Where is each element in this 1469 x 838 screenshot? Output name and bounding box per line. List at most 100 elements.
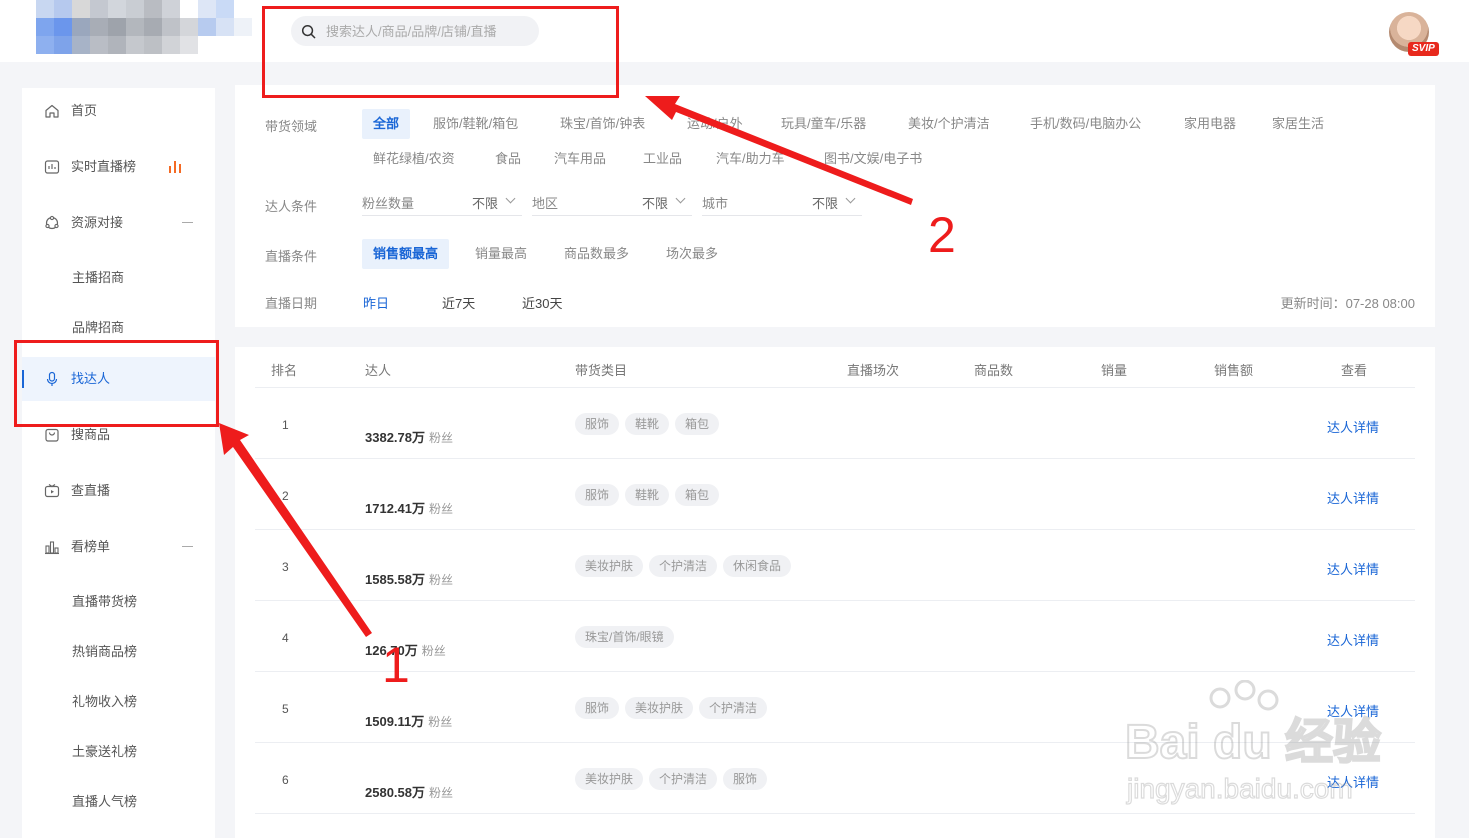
domain-chip[interactable]: 家用电器 [1184, 115, 1236, 133]
column-header-sales-volume[interactable]: 销量 [1101, 360, 1127, 379]
sidebar-item-find-talent[interactable]: 找达人 [22, 357, 215, 401]
sidebar-item-label: 品牌招商 [72, 320, 125, 335]
rank-cell: 2 [282, 489, 289, 503]
chevron-down-icon [505, 193, 516, 204]
fans-count: 1585.58万 粉丝 [365, 572, 454, 587]
talent-detail-link[interactable]: 达人详情 [1327, 417, 1379, 436]
sidebar-item-live-sales-rank[interactable]: 直播带货榜 [22, 580, 215, 624]
sort-chip[interactable]: 场次最多 [666, 245, 718, 263]
domain-chip[interactable]: 汽车/助力车 [716, 150, 785, 168]
microphone-icon [46, 371, 58, 386]
category-tag: 个护清洁 [649, 555, 718, 577]
dropdown-value: 不限 [641, 196, 668, 211]
sidebar-item-rankings[interactable]: 看榜单 [22, 525, 215, 569]
category-tag: 鞋靴 [625, 413, 670, 435]
domain-chip-all[interactable]: 全部 [362, 109, 411, 139]
live-chart-icon [44, 160, 60, 174]
chevron-down-icon [845, 193, 856, 204]
sidebar-item-label: 礼物收入榜 [72, 694, 138, 709]
domain-chip[interactable]: 珠宝/首饰/钟表 [560, 115, 645, 133]
collapse-icon[interactable] [182, 546, 193, 547]
sort-chip[interactable]: 销量最高 [475, 245, 527, 263]
column-header-category: 带货类目 [575, 363, 628, 378]
sidebar-item-label: 主播招商 [72, 270, 125, 285]
domain-chip[interactable]: 手机/数码/电脑办公 [1030, 115, 1141, 133]
region-dropdown[interactable]: 地区 不限 [532, 186, 692, 216]
sidebar-item-home[interactable]: 首页 [22, 89, 215, 133]
sidebar-item-tycoon-gift-rank[interactable]: 土豪送礼榜 [22, 730, 215, 774]
dropdown-label: 地区 [532, 196, 559, 211]
column-header-sales-amount[interactable]: 销售额 [1214, 360, 1253, 379]
sort-chip[interactable]: 商品数最多 [564, 245, 629, 263]
talent-detail-link[interactable]: 达人详情 [1327, 488, 1379, 507]
chevron-down-icon [675, 193, 686, 204]
city-dropdown[interactable]: 城市 不限 [702, 186, 862, 216]
watermark-url: jingyan.baidu.com [1126, 773, 1353, 804]
search-box[interactable] [291, 16, 539, 46]
dropdown-label: 城市 [702, 196, 729, 211]
category-tag: 箱包 [675, 484, 720, 506]
domain-chip[interactable]: 服饰/鞋靴/箱包 [433, 115, 518, 133]
domain-chip[interactable]: 汽车用品 [554, 150, 606, 168]
category-tag: 鞋靴 [625, 484, 670, 506]
category-tags: 珠宝/首饰/眼镜 [575, 626, 674, 648]
sort-chip-sales-amount[interactable]: 销售额最高 [362, 239, 450, 269]
search-icon [301, 24, 316, 38]
domain-chip[interactable]: 玩具/童车/乐器 [781, 115, 866, 133]
sidebar-item-anchor-recruit[interactable]: 主播招商 [22, 256, 215, 300]
sidebar-item-label: 找达人 [71, 371, 111, 386]
talent-detail-link[interactable]: 达人详情 [1327, 630, 1379, 649]
watermark-brand: Bai du 经验 [1125, 716, 1381, 769]
column-header-talent: 达人 [365, 363, 392, 378]
condition-filter-label: 达人条件 [265, 199, 318, 214]
dropdown-value: 不限 [471, 196, 498, 211]
sidebar-item-resource[interactable]: 资源对接 [22, 201, 215, 245]
sidebar-item-search-goods[interactable]: 搜商品 [22, 413, 215, 457]
date-option-7days[interactable]: 近7天 [442, 293, 475, 312]
sidebar-item-label: 查直播 [71, 483, 111, 498]
domain-chip[interactable]: 家居生活 [1272, 115, 1324, 133]
sidebar-item-brand-recruit[interactable]: 品牌招商 [22, 306, 215, 350]
domain-chip[interactable]: 美妆/个护清洁 [908, 115, 990, 133]
domain-chip[interactable]: 运动/户外 [687, 115, 743, 133]
baidu-jingyan-watermark: Bai du 经验 jingyan.baidu.com [1125, 680, 1382, 805]
top-header: SVIP [0, 0, 1469, 62]
fans-count-dropdown[interactable]: 粉丝数量 不限 [362, 186, 522, 216]
sidebar-item-label: 直播带货榜 [72, 594, 138, 609]
sidebar-item-label: 热销商品榜 [72, 644, 138, 659]
sidebar-item-gift-income-rank[interactable]: 礼物收入榜 [22, 680, 215, 724]
sidebar-item-label: 搜商品 [71, 427, 111, 442]
logo-pixelated[interactable] [36, 0, 252, 54]
date-option-30days[interactable]: 近30天 [522, 293, 562, 312]
sidebar-item-check-live[interactable]: 查直播 [22, 469, 215, 513]
home-icon [45, 104, 59, 118]
date-option-yesterday[interactable]: 昨日 [363, 293, 389, 312]
rank-cell: 6 [282, 773, 289, 787]
sidebar-nav: 首页 实时直播榜 资源对接 主播招商 品牌招商 找达人 搜商品 查直播 看榜单 … [22, 88, 215, 838]
domain-chip[interactable]: 鲜花绿植/农资 [373, 150, 455, 168]
domain-chip[interactable]: 食品 [495, 150, 521, 168]
column-header-rank: 排名 [271, 363, 298, 378]
domain-chip[interactable]: 图书/文娱/电子书 [824, 150, 922, 168]
update-time: 更新时间：07-28 08:00 [1280, 296, 1415, 311]
sidebar-item-popularity-rank[interactable]: 直播人气榜 [22, 780, 215, 824]
category-tags: 服饰 美妆护肤 个护清洁 [575, 697, 768, 719]
annotation-number-2: 2 [928, 207, 956, 263]
talent-detail-link[interactable]: 达人详情 [1327, 559, 1379, 578]
annotation-number-1: 1 [382, 637, 410, 693]
column-header-live-count[interactable]: 直播场次 [847, 360, 899, 379]
rank-cell: 3 [282, 560, 289, 574]
domain-chip[interactable]: 工业品 [643, 150, 682, 168]
sidebar-item-live-ranking[interactable]: 实时直播榜 [22, 145, 215, 189]
table-row: 3 1585.58万 粉丝 美妆护肤 个护清洁 休闲食品 达人详情 [235, 530, 1435, 601]
sidebar-item-label: 首页 [71, 103, 98, 118]
network-icon [45, 215, 59, 230]
category-tag: 服饰 [575, 697, 620, 719]
category-tags: 美妆护肤 个护清洁 服饰 [575, 768, 768, 790]
rank-cell: 4 [282, 631, 289, 645]
search-input[interactable] [326, 23, 516, 39]
collapse-icon[interactable] [182, 222, 193, 223]
sidebar-item-hot-goods-rank[interactable]: 热销商品榜 [22, 630, 215, 674]
column-header-goods-count[interactable]: 商品数 [974, 360, 1013, 379]
bar-chart-icon [45, 541, 59, 555]
